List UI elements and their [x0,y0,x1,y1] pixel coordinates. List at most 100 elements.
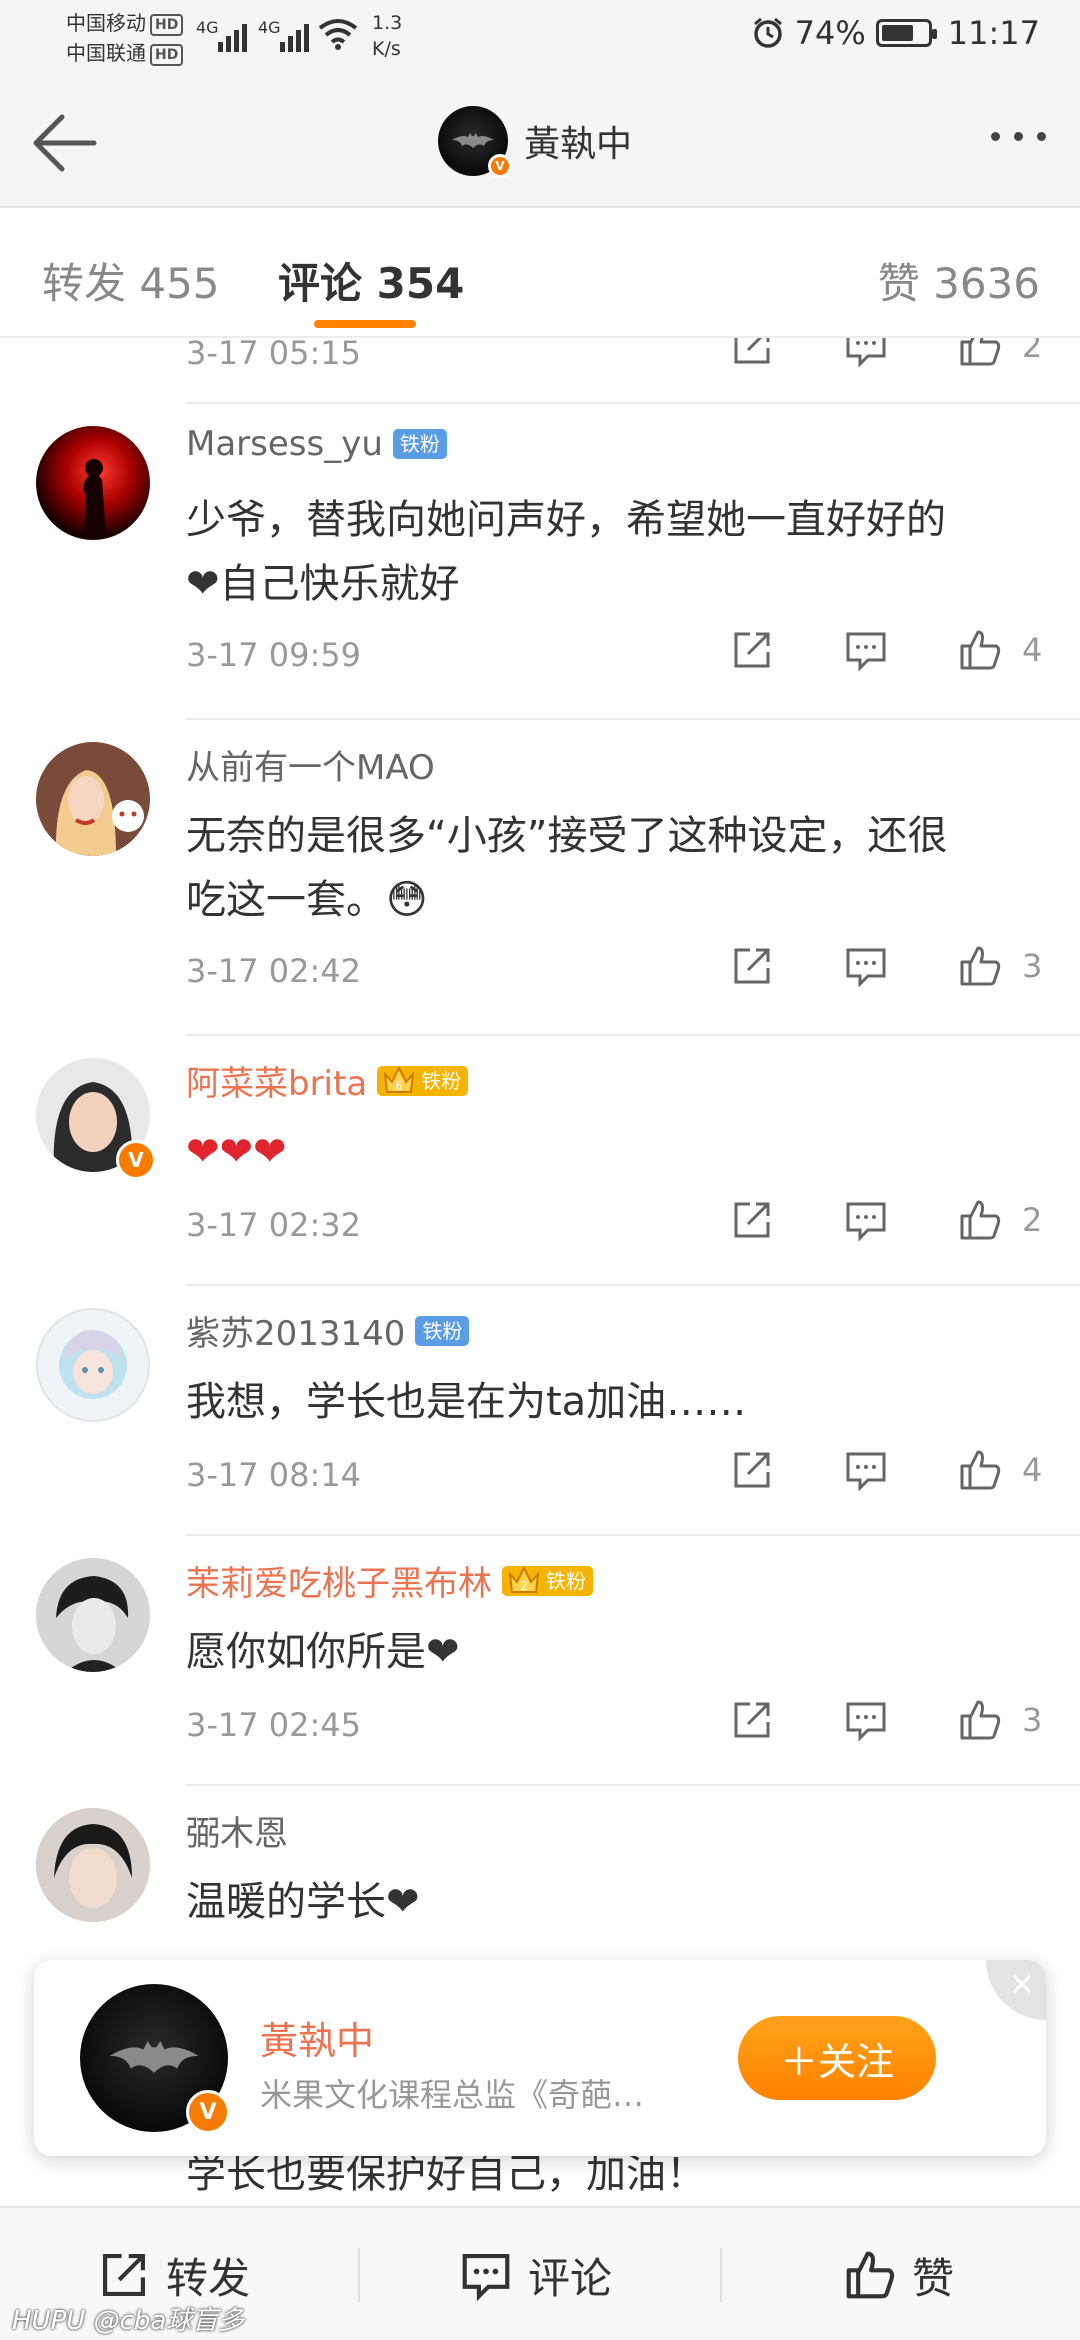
comment-actions: 4 [730,628,1042,672]
status-bar: 中国移动 HD 中国联通 HD 4G 4G 1.3 K/s 74% 11:17 [0,0,1080,72]
network-type-2: 4G [258,18,281,37]
verified-badge-icon: V [116,1140,156,1180]
thumb-up-icon[interactable] [958,628,1002,672]
network-type-1: 4G [196,18,219,37]
active-tab-indicator [314,320,416,328]
comment-icon[interactable] [844,1198,888,1242]
avatar-photo-icon [36,1808,150,1922]
comment-time: 3-17 05:15 [186,338,362,372]
like-count: 4 [1022,631,1043,669]
alarm-icon [753,17,782,48]
list-item: 3-17 05:15 2 [0,338,1080,404]
crown-icon: 6 [383,1065,415,1093]
tab-repost[interactable]: 转发 455 [42,250,220,311]
comment-icon[interactable] [844,338,888,368]
comment-author[interactable]: 从前有一个MAO [186,740,435,789]
signal-icon [280,20,309,52]
avatar-figure-icon [83,459,106,536]
list-item[interactable]: V 阿菜菜brita 6 铁粉 ❤❤❤ 3-17 02:32 2 [0,1036,1080,1286]
comment-list[interactable]: 3-17 05:15 2 Marsess_yu 铁粉 少爷，替我向她问声好，希望… [0,338,1080,2208]
header-user[interactable]: V 黃執中 [438,106,633,178]
card-user-desc: 米果文化课程总监《奇葩… [260,2076,645,2114]
comment-author[interactable]: 紫苏2013140 铁粉 [186,1306,470,1355]
comment-time: 3-17 09:59 [186,636,362,674]
avatar[interactable] [36,742,150,856]
comment-text: 愿你如你所是❤ [186,1629,460,1675]
comment-actions: 2 [730,338,1042,368]
battery-percent: 74% [794,14,866,52]
like-button[interactable]: 赞 [844,2208,954,2340]
thumb-up-icon[interactable] [958,944,1002,988]
comment-text: 少爷，替我向她问声好，希望她一直好好的 ❤自己快乐就好 [186,497,946,607]
thumb-up-icon[interactable] [958,1698,1002,1742]
comment-author[interactable]: Marsess_yu 铁粉 [186,424,447,464]
comment-text: 无奈的是很多“小孩”接受了这种设定，还很 吃这一套。😳 [186,813,948,923]
thumb-up-icon[interactable] [958,1448,1002,1492]
divider [358,2248,360,2302]
crown-level: 6 [395,1079,403,1093]
thumb-up-icon [846,2251,895,2299]
close-icon [1012,1974,1032,1994]
comment-text: 我想，学长也是在为ta加油…… [186,1379,747,1425]
card-user-name[interactable]: 黃執中 [260,2010,374,2065]
carrier-2: 中国联通 [66,41,146,65]
comment-author[interactable]: 茉莉爱吃桃子黑布林 2 铁粉 [186,1556,593,1605]
top-nav: V 黃執中 [0,72,1080,208]
avatar[interactable] [36,1808,150,1922]
more-dots-icon[interactable] [991,132,1046,141]
close-button[interactable] [986,1960,1046,2020]
back-arrow-icon[interactable] [26,108,106,178]
share-icon[interactable] [730,1448,774,1492]
comment-icon [462,2254,510,2301]
share-icon[interactable] [730,338,774,368]
comment-author[interactable]: 阿菜菜brita 6 铁粉 [186,1056,469,1105]
follow-button[interactable]: ＋关注 [738,2016,936,2100]
avatar-illustration-icon [36,742,150,856]
comment-label: 评论 [528,2253,613,2303]
thumb-up-icon[interactable] [958,338,1002,368]
avatar[interactable] [36,1308,150,1422]
share-icon[interactable] [730,1698,774,1742]
thumb-up-icon[interactable] [958,1198,1002,1242]
comment-icon[interactable] [844,1698,888,1742]
like-count: 2 [1022,338,1043,365]
avatar[interactable]: V [80,1984,230,2134]
tab-comments[interactable]: 评论 354 [278,250,464,311]
comment-time: 3-17 02:42 [186,952,362,990]
page-title: 黃執中 [524,124,633,165]
share-icon[interactable] [730,944,774,988]
share-icon[interactable] [730,1198,774,1242]
list-item[interactable]: 紫苏2013140 铁粉 我想，学长也是在为ta加油…… 3-17 08:14 … [0,1286,1080,1536]
comment-text: 温暖的学长❤ [186,1879,420,1925]
list-item[interactable]: Marsess_yu 铁粉 少爷，替我向她问声好，希望她一直好好的 ❤自己快乐就… [0,404,1080,720]
hd-badge: HD [150,13,184,36]
share-icon[interactable] [730,628,774,672]
list-item[interactable]: 茉莉爱吃桃子黑布林 2 铁粉 愿你如你所是❤ 3-17 02:45 3 [0,1536,1080,1786]
comment-icon[interactable] [844,1448,888,1492]
comment-author[interactable]: 弼木恩 [186,1806,288,1855]
fan-badge: 6 铁粉 [377,1065,469,1096]
comment-icon[interactable] [844,628,888,672]
battery-icon [875,19,937,47]
network-speed: 1.3 K/s [372,12,403,60]
repost-label: 转发 [166,2253,251,2303]
like-count: 4 [1022,1451,1043,1489]
wifi-icon [318,19,358,50]
tab-likes[interactable]: 赞 3636 [878,250,1040,311]
comment-button[interactable]: 评论 [460,2208,612,2340]
like-label: 赞 [912,2253,955,2303]
hd-badge: HD [150,43,184,66]
tab-bar: 转发 455 评论 354 赞 3636 [0,208,1080,338]
follow-suggestion-card[interactable]: V 黃執中 米果文化课程总监《奇葩… ＋关注 [34,1960,1046,2156]
crown-icon: 2 [508,1565,540,1593]
avatar[interactable]: V [438,106,512,178]
signal-icon [218,20,247,52]
avatar[interactable] [36,1558,150,1672]
status-right: 74% 11:17 [751,14,1040,52]
list-item[interactable]: 从前有一个MAO 无奈的是很多“小孩”接受了这种设定，还很 吃这一套。😳 3-1… [0,720,1080,1036]
comment-actions: 3 [730,944,1042,988]
avatar[interactable] [36,426,150,540]
crown-level: 2 [520,1579,528,1593]
share-icon [103,2254,145,2296]
comment-icon[interactable] [844,944,888,988]
